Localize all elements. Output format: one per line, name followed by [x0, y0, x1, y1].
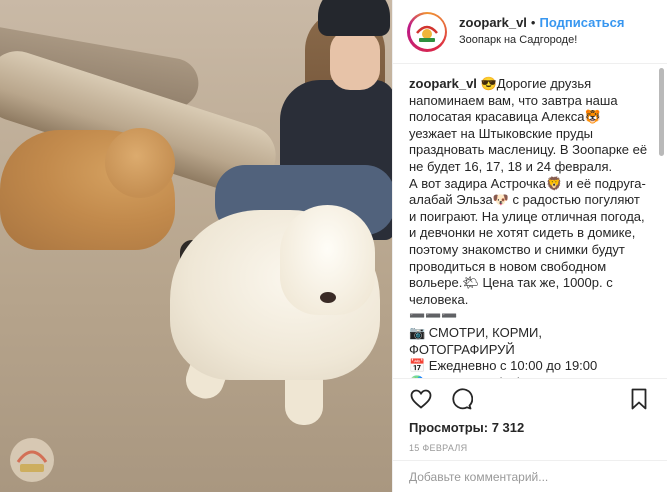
- header-separator: •: [530, 15, 536, 30]
- views-number: 7 312: [491, 420, 525, 435]
- views-label: Просмотры:: [409, 420, 489, 435]
- heart-icon[interactable]: [409, 387, 433, 411]
- girl-hat: [318, 0, 390, 36]
- lion-cub-head: [105, 128, 175, 198]
- post-modal: zoopark_vl • Подписаться Зоопарк на Садгор…: [0, 0, 667, 492]
- location-link[interactable]: Зоопарк на Садгороде!: [459, 32, 625, 48]
- follow-button[interactable]: Подписаться: [539, 15, 624, 30]
- post-media[interactable]: [0, 0, 392, 492]
- post-caption: zoopark_vl 😎Дорогие друзья напоминаем ва…: [409, 76, 649, 378]
- add-comment-bar: [393, 460, 667, 492]
- avatar[interactable]: [407, 11, 447, 52]
- caption-text: 😎Дорогие друзья напоминаем вам, что завт…: [409, 76, 648, 378]
- comments-area[interactable]: zoopark_vl 😎Дорогие друзья напоминаем ва…: [393, 64, 667, 378]
- post-date[interactable]: 15 февраля: [393, 438, 667, 460]
- comment-icon[interactable]: [449, 387, 473, 411]
- view-count[interactable]: Просмотры: 7 312: [393, 418, 667, 438]
- action-bar: [393, 378, 667, 418]
- header-username[interactable]: zoopark_vl: [459, 15, 527, 30]
- zoopark-logo-watermark-icon: [8, 436, 56, 484]
- bookmark-icon[interactable]: [627, 387, 651, 411]
- post-side-panel: zoopark_vl • Подписаться Зоопарк на Садгор…: [392, 0, 667, 492]
- girl-face: [330, 30, 380, 90]
- caption-username[interactable]: zoopark_vl: [409, 76, 477, 91]
- header-text: zoopark_vl • Подписаться Зоопарк на Садгор…: [459, 15, 625, 48]
- zoopark-logo-icon: [409, 14, 445, 49]
- dog-nose: [320, 292, 336, 303]
- comment-input[interactable]: [409, 469, 651, 484]
- comments-scrollbar[interactable]: [659, 68, 664, 156]
- post-header: zoopark_vl • Подписаться Зоопарк на Садгор…: [393, 0, 667, 64]
